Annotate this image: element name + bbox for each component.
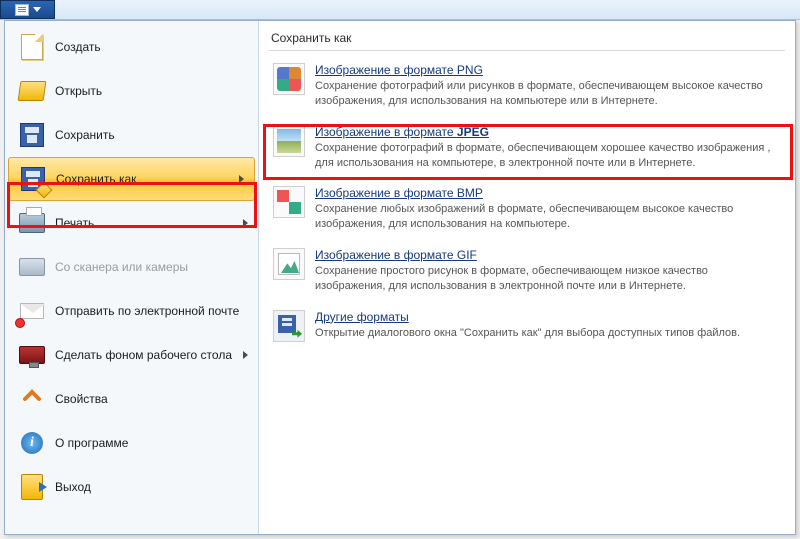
menu-item-save-as[interactable]: Сохранить как xyxy=(8,157,255,201)
jpeg-icon xyxy=(273,125,305,157)
menu-item-save[interactable]: Сохранить xyxy=(5,113,258,157)
format-option-gif[interactable]: Изображение в формате GIF Сохранение про… xyxy=(269,242,785,304)
menu-item-label: Свойства xyxy=(55,392,108,406)
gif-icon xyxy=(273,248,305,280)
wallpaper-icon xyxy=(19,342,45,368)
file-menu-dropdown: Создать Открыть Сохранить Сохранить как … xyxy=(4,20,796,535)
email-icon xyxy=(19,298,45,324)
menu-item-email[interactable]: Отправить по электронной почте xyxy=(5,289,258,333)
save-as-submenu: Сохранить как Изображение в формате PNG … xyxy=(259,21,795,534)
new-icon xyxy=(19,34,45,60)
menu-item-label: Создать xyxy=(55,40,101,54)
menu-item-exit[interactable]: Выход xyxy=(5,465,258,509)
menu-item-label: Выход xyxy=(55,480,91,494)
menu-item-about[interactable]: i О программе xyxy=(5,421,258,465)
window-titlebar xyxy=(0,0,800,20)
format-title: Изображение в формате JPEG xyxy=(315,125,781,139)
format-option-jpeg[interactable]: Изображение в формате JPEG Сохранение фо… xyxy=(269,119,785,181)
about-icon: i xyxy=(19,430,45,456)
format-title: Другие форматы xyxy=(315,310,781,324)
format-desc: Сохранение любых изображений в формате, … xyxy=(315,202,781,232)
menu-item-print[interactable]: Печать xyxy=(5,201,258,245)
properties-icon xyxy=(19,386,45,412)
document-icon xyxy=(15,4,29,16)
bmp-icon xyxy=(273,186,305,218)
menu-item-wallpaper[interactable]: Сделать фоном рабочего стола xyxy=(5,333,258,377)
menu-item-label: Сделать фоном рабочего стола xyxy=(55,348,232,362)
other-formats-icon xyxy=(273,310,305,342)
submenu-title: Сохранить как xyxy=(269,29,785,51)
format-desc: Сохранение простого рисунок в формате, о… xyxy=(315,264,781,294)
menu-item-open[interactable]: Открыть xyxy=(5,69,258,113)
print-icon xyxy=(19,210,45,236)
format-desc: Открытие диалогового окна "Сохранить как… xyxy=(315,326,781,341)
format-desc: Сохранение фотографий в формате, обеспеч… xyxy=(315,141,781,171)
menu-item-label: Открыть xyxy=(55,84,102,98)
format-desc: Сохранение фотографий или рисунков в фор… xyxy=(315,79,781,109)
save-as-icon xyxy=(20,166,46,192)
submenu-arrow-icon xyxy=(243,219,248,227)
menu-item-scanner: Со сканера или камеры xyxy=(5,245,258,289)
menu-item-label: О программе xyxy=(55,436,128,450)
submenu-arrow-icon xyxy=(243,351,248,359)
png-icon xyxy=(273,63,305,95)
menu-item-label: Сохранить как xyxy=(56,172,239,186)
exit-icon xyxy=(19,474,45,500)
format-option-bmp[interactable]: Изображение в формате BMP Сохранение люб… xyxy=(269,180,785,242)
file-menu-left: Создать Открыть Сохранить Сохранить как … xyxy=(5,21,259,534)
format-title: Изображение в формате GIF xyxy=(315,248,781,262)
menu-item-label: Со сканера или камеры xyxy=(55,260,188,274)
app-menu-button[interactable] xyxy=(0,0,55,19)
save-icon xyxy=(19,122,45,148)
format-option-other[interactable]: Другие форматы Открытие диалогового окна… xyxy=(269,304,785,352)
format-title: Изображение в формате PNG xyxy=(315,63,781,77)
open-icon xyxy=(19,78,45,104)
menu-item-new[interactable]: Создать xyxy=(5,25,258,69)
menu-item-label: Отправить по электронной почте xyxy=(55,304,239,318)
menu-item-label: Печать xyxy=(55,216,94,230)
chevron-down-icon xyxy=(33,7,41,12)
scanner-icon xyxy=(19,254,45,280)
submenu-arrow-icon xyxy=(239,175,244,183)
format-title: Изображение в формате BMP xyxy=(315,186,781,200)
menu-item-properties[interactable]: Свойства xyxy=(5,377,258,421)
menu-item-label: Сохранить xyxy=(55,128,115,142)
format-option-png[interactable]: Изображение в формате PNG Сохранение фот… xyxy=(269,57,785,119)
